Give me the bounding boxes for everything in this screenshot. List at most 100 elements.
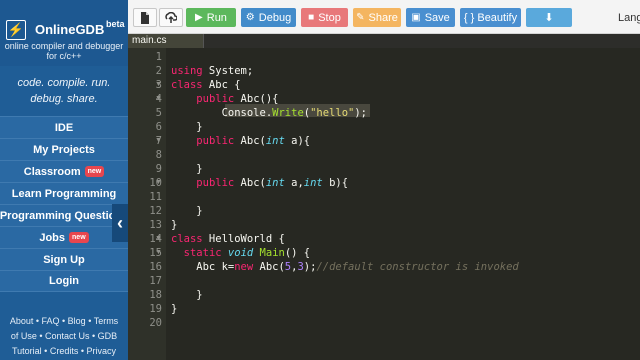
editor-tab-bar: main.cs	[128, 34, 640, 48]
code-line[interactable]: }	[171, 218, 177, 232]
motto-line1: code. compile. run.	[17, 77, 111, 89]
line-number: 16	[149, 261, 162, 273]
logo-tagline: online compiler and debugger for c/c++	[0, 41, 128, 61]
fold-arrow-icon[interactable]: ▼	[155, 232, 162, 246]
code-line[interactable]: class Abc {	[171, 78, 241, 92]
beautify-button[interactable]: { } Beautify	[460, 8, 521, 27]
footer-link-contact[interactable]: Contact Us	[45, 331, 90, 341]
gear-icon: ⚙	[245, 12, 255, 23]
line-number: 13	[149, 219, 162, 231]
footer-link-credits[interactable]: Credits	[50, 346, 79, 356]
code-line[interactable]: using System;	[171, 64, 253, 78]
footer-link-of-use[interactable]: of Use	[11, 331, 37, 341]
toolbar: ▶ Run ⚙ Debug ■ Stop ✎ Share ▣ Save { } Beaut…	[128, 0, 640, 34]
fold-arrow-icon[interactable]: ▼	[155, 176, 162, 190]
line-number: 6	[155, 121, 162, 133]
code-line[interactable]: }	[171, 120, 202, 134]
play-icon: ▶	[195, 12, 203, 23]
line-number: 5	[155, 107, 162, 119]
sidebar-item-jobs[interactable]: Jobs new	[0, 226, 128, 248]
footer-link-privacy[interactable]: Privacy	[87, 346, 117, 356]
new-badge: new	[84, 166, 105, 177]
debug-label: Debug	[258, 11, 292, 24]
share-button[interactable]: ✎ Share	[353, 8, 401, 27]
line-number: 8	[155, 149, 162, 161]
code-line[interactable]: public Abc(int a){	[171, 134, 310, 148]
save-button[interactable]: ▣ Save	[406, 8, 455, 27]
footer-link-tutorial[interactable]: Tutorial	[12, 346, 42, 356]
logo-name: OnlineGDB	[35, 22, 105, 37]
new-file-button[interactable]	[133, 8, 157, 27]
logo-tagline-line2: for c/c++	[46, 51, 82, 61]
fold-arrow-icon[interactable]: ▼	[155, 92, 162, 106]
code-line[interactable]: public Abc(int a,int b){	[171, 176, 348, 190]
line-number: 9	[155, 163, 162, 175]
run-button[interactable]: ▶ Run	[186, 8, 236, 27]
line-number: 18	[149, 289, 162, 301]
code-line[interactable]: static void Main() {	[171, 246, 310, 260]
beautify-label: { } Beautify	[463, 11, 518, 24]
download-icon: ⬇	[544, 12, 554, 24]
new-badge: new	[69, 232, 89, 243]
sidebar: ⚡ OnlineGDB beta online compiler and deb…	[0, 0, 128, 360]
motto: code. compile. run. debug. share.	[0, 75, 128, 107]
stop-icon: ■	[308, 12, 315, 23]
sidebar-item-sign-up[interactable]: Sign Up	[0, 248, 128, 270]
code-line[interactable]: }	[171, 288, 202, 302]
code-line[interactable]: }	[171, 162, 202, 176]
line-number: 19	[149, 303, 162, 315]
code-line[interactable]: public Abc(){	[171, 92, 278, 106]
logo-beta-badge: beta	[106, 19, 125, 29]
sidebar-footer: About • FAQ • Blog • Terms of Use • Cont…	[9, 316, 119, 356]
line-number: 11	[149, 191, 162, 203]
code-line[interactable]: }	[171, 204, 202, 218]
sidebar-item-ide[interactable]: IDE	[0, 116, 128, 138]
download-button[interactable]: ⬇	[526, 8, 572, 27]
fold-arrow-icon[interactable]: ▼	[155, 78, 162, 92]
sidebar-item-programming-questions[interactable]: Programming Questions	[0, 204, 128, 226]
sidebar-item-label: My Projects	[33, 143, 95, 156]
sidebar-item-label: Classroom	[23, 165, 81, 178]
code-line[interactable]: Abc k=new Abc(5,3);//default constructor…	[171, 260, 518, 274]
footer-link-terms[interactable]: Terms	[94, 316, 119, 326]
footer-link-gdb[interactable]: GDB	[98, 331, 118, 341]
stop-button[interactable]: ■ Stop	[301, 8, 348, 27]
motto-line2: debug. share.	[30, 93, 98, 105]
upload-button[interactable]	[159, 8, 183, 27]
line-number: 17	[149, 275, 162, 287]
stop-label: Stop	[318, 11, 341, 24]
code-line[interactable]: Console.Write("hello");	[171, 106, 367, 120]
language-label: Langu	[618, 12, 640, 24]
line-number: 20	[149, 317, 162, 329]
debug-button[interactable]: ⚙ Debug	[241, 8, 296, 27]
share-label: Share	[368, 11, 398, 24]
code-editor[interactable]: 1 2 3 4 5 6 7 8 9 10 11 12 13 14 15 16 17 18 19 20 ▼ ▼ ▼ ▼ ▼ ▼ us…	[128, 48, 640, 360]
lightning-bolt-icon: ⚡	[6, 20, 26, 40]
save-label: Save	[424, 11, 450, 24]
upload-icon	[165, 11, 177, 23]
sidebar-item-label: Login	[49, 275, 79, 287]
sidebar-item-learn-programming[interactable]: Learn Programming	[0, 182, 128, 204]
tab-main-cs[interactable]: main.cs	[128, 34, 204, 48]
share-icon: ✎	[356, 12, 365, 23]
sidebar-item-login[interactable]: Login	[0, 270, 128, 292]
sidebar-item-classroom[interactable]: Classroom new	[0, 160, 128, 182]
fold-arrow-icon[interactable]: ▼	[155, 134, 162, 148]
line-number: 2	[155, 65, 162, 77]
footer-link-blog[interactable]: Blog	[68, 316, 86, 326]
sidebar-item-label: Learn Programming	[11, 187, 117, 200]
fold-arrow-icon[interactable]: ▼	[155, 246, 162, 260]
footer-link-faq[interactable]: FAQ	[42, 316, 60, 326]
sidebar-nav: IDE My Projects Classroom new Learn Progr…	[0, 116, 128, 292]
sidebar-item-my-projects[interactable]: My Projects	[0, 138, 128, 160]
sidebar-item-label: Programming Questions	[0, 209, 128, 222]
code-line[interactable]: }	[171, 302, 177, 316]
line-number-gutter: 1 2 3 4 5 6 7 8 9 10 11 12 13 14 15 16 17 18 19 20 ▼ ▼ ▼ ▼ ▼ ▼	[128, 48, 166, 360]
footer-link-about[interactable]: About	[10, 316, 34, 326]
sidebar-item-label: Jobs	[39, 231, 66, 244]
floppy-disk-icon: ▣	[411, 12, 421, 23]
code-line[interactable]: class HelloWorld {	[171, 232, 285, 246]
logo[interactable]: ⚡ OnlineGDB beta online compiler and deb…	[0, 0, 128, 66]
collapse-sidebar-chevron-left-icon[interactable]: ‹	[112, 204, 128, 242]
sidebar-item-label: Sign Up	[43, 253, 85, 266]
